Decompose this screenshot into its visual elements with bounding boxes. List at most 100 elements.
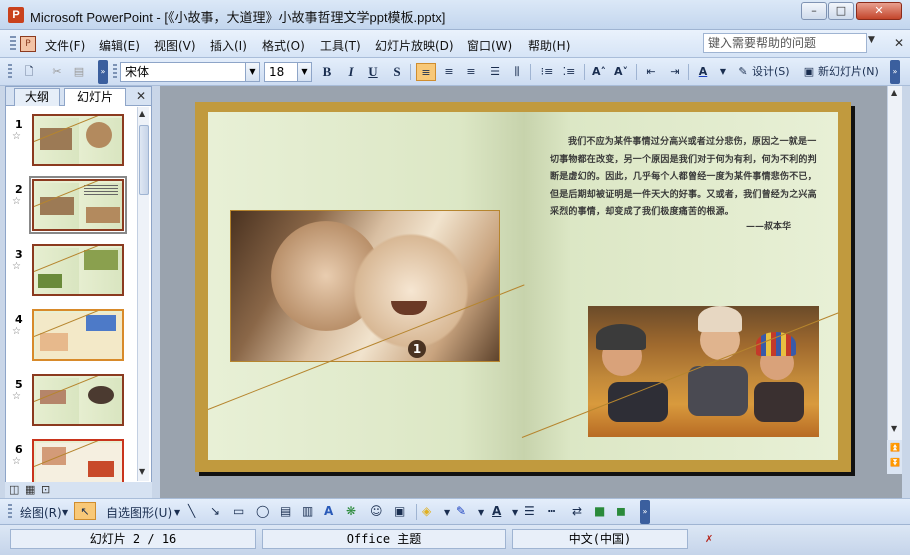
children-autumn-photo[interactable] (588, 306, 819, 437)
justify-icon[interactable]: ☰ (486, 63, 504, 81)
italic-button[interactable]: I (342, 63, 360, 81)
paste-icon[interactable]: ▤ (70, 63, 88, 81)
slide-thumbnail-row[interactable]: 2 ☆ (6, 176, 138, 237)
document-close-icon[interactable]: ✕ (894, 36, 904, 50)
menu-grip-icon[interactable] (10, 36, 16, 52)
new-slide-button[interactable]: 新幻灯片(N) (818, 63, 879, 81)
font-color-icon[interactable]: A (492, 504, 501, 518)
arrow-tool-icon[interactable]: ↘ (210, 504, 220, 518)
toolbar-options-icon[interactable]: » (98, 60, 108, 84)
close-button[interactable]: ✕ (856, 2, 902, 20)
tab-outline[interactable]: 大纲 (14, 88, 60, 106)
arrow-style-icon[interactable]: ⇄ (572, 504, 582, 518)
increase-indent-icon[interactable]: ⇥ (666, 63, 684, 81)
increase-font-icon[interactable]: A˄ (590, 63, 608, 81)
oval-tool-icon[interactable]: ◯ (256, 504, 269, 518)
toolbar-grip-icon[interactable] (113, 64, 117, 80)
minimize-button[interactable]: – (801, 2, 827, 20)
menu-edit[interactable]: 编辑(E) (99, 37, 140, 54)
menu-window[interactable]: 窗口(W) (467, 37, 512, 54)
scroll-up-icon[interactable]: ▲ (891, 88, 897, 97)
rectangle-tool-icon[interactable]: ▭ (233, 504, 244, 518)
decrease-indent-icon[interactable]: ⇤ (642, 63, 660, 81)
picture-icon[interactable]: ▣ (394, 504, 405, 518)
design-icon[interactable]: ✎ (734, 63, 752, 81)
line-style-icon[interactable]: ☰ (524, 504, 535, 518)
draw-menu-button[interactable]: 绘图(R) (20, 504, 62, 521)
select-pointer-icon[interactable]: ↖ (74, 502, 96, 520)
clipart-icon[interactable]: ☺ (370, 504, 383, 518)
spelling-check-icon[interactable]: ✗ (694, 529, 724, 549)
quote-author[interactable]: ——叔本华 (746, 219, 791, 232)
slide-thumbnail-row[interactable]: 4 ☆ (6, 309, 138, 367)
slide-thumbnail[interactable] (32, 374, 124, 426)
vertical-textbox-icon[interactable]: ▥ (302, 504, 313, 518)
line-color-icon[interactable]: ✎ (456, 504, 466, 518)
slide-thumbnail-row[interactable]: 5 ☆ (6, 374, 138, 432)
dash-style-icon[interactable]: ┅ (548, 504, 555, 518)
decrease-font-icon[interactable]: A˅ (612, 63, 630, 81)
slides-panel-scrollbar[interactable]: ▲ ▼ (137, 107, 149, 481)
previous-slide-icon[interactable]: ⏫ (890, 443, 900, 452)
scrollbar-thumb[interactable] (139, 125, 149, 195)
line-color-dropdown-icon[interactable]: ▼ (478, 508, 484, 517)
align-right-icon[interactable]: ≡ (462, 63, 480, 81)
toolbar-options-icon[interactable]: » (640, 500, 650, 524)
design-button[interactable]: 设计(S) (752, 63, 790, 81)
transition-star-icon[interactable]: ☆ (12, 261, 21, 272)
cut-icon[interactable]: ✂ (48, 63, 66, 81)
menu-view[interactable]: 视图(V) (154, 37, 196, 54)
menu-tools[interactable]: 工具(T) (320, 37, 361, 54)
shadow-button[interactable]: S (388, 63, 406, 81)
toolbar-grip-icon[interactable] (8, 504, 12, 520)
line-tool-icon[interactable]: ╲ (188, 504, 195, 518)
font-name-select[interactable]: 宋体 (120, 62, 246, 82)
normal-view-icon[interactable]: ◫ (9, 483, 19, 496)
powerpoint-app-icon[interactable]: P (8, 7, 24, 23)
slide-thumbnail-selected[interactable] (29, 176, 127, 234)
menu-format[interactable]: 格式(O) (262, 37, 305, 54)
diagram-icon[interactable]: ❋ (346, 504, 356, 518)
stage-scrollbar[interactable]: ▲ ▼ (887, 86, 902, 474)
transition-star-icon[interactable]: ☆ (12, 326, 21, 337)
tab-slides[interactable]: 幻灯片 (64, 88, 126, 106)
help-dropdown-icon[interactable]: ▼ (868, 35, 875, 45)
quote-text[interactable]: 我们不应为某件事情过分高兴或者过分悲伤，原因之一就是一切事物都在改变，另一个原因… (550, 134, 820, 222)
underline-button[interactable]: U (364, 63, 382, 81)
menu-insert[interactable]: 插入(I) (210, 37, 247, 54)
slide-thumbnail[interactable] (32, 244, 124, 296)
draw-dropdown-icon[interactable]: ▼ (62, 508, 68, 517)
panel-close-icon[interactable]: ✕ (136, 89, 146, 103)
next-slide-icon[interactable]: ⏬ (890, 458, 900, 467)
new-slide-icon[interactable]: ▣ (800, 63, 818, 81)
3d-style-icon[interactable]: ◼ (616, 504, 626, 518)
status-theme[interactable]: Office 主题 (262, 529, 506, 549)
font-color-dropdown-icon[interactable]: ▼ (512, 508, 518, 517)
numbered-list-icon[interactable]: ⁝≡ (538, 63, 556, 81)
mother-baby-photo[interactable] (230, 210, 500, 362)
transition-star-icon[interactable]: ☆ (12, 391, 21, 402)
slide-thumbnail-row[interactable]: 1 ☆ (6, 114, 138, 172)
font-size-dropdown-icon[interactable]: ▼ (298, 62, 312, 82)
autoshapes-dropdown-icon[interactable]: ▼ (174, 508, 180, 517)
bulleted-list-icon[interactable]: ⁚≡ (560, 63, 578, 81)
menu-slideshow[interactable]: 幻灯片放映(D) (375, 37, 454, 54)
textbox-tool-icon[interactable]: ▤ (280, 504, 291, 518)
font-name-dropdown-icon[interactable]: ▼ (246, 62, 260, 82)
new-document-icon[interactable]: 🗋 (20, 63, 38, 81)
status-language[interactable]: 中文(中国) (512, 529, 688, 549)
fill-color-dropdown-icon[interactable]: ▼ (444, 508, 450, 517)
font-color-dropdown-icon[interactable]: ▼ (714, 63, 732, 81)
help-search-input[interactable]: 键入需要帮助的问题 (703, 33, 867, 53)
transition-star-icon[interactable]: ☆ (12, 131, 21, 142)
align-left-icon[interactable]: ≡ (416, 63, 436, 81)
fill-color-icon[interactable]: ◈ (422, 504, 431, 518)
vertical-text-icon[interactable]: ⫼ (508, 63, 526, 81)
maximize-button[interactable]: □ (828, 2, 854, 20)
slideshow-view-icon[interactable]: ⊡ (41, 483, 50, 496)
slide-thumbnail-row[interactable]: 3 ☆ (6, 244, 138, 302)
font-color-icon[interactable]: A (694, 63, 712, 81)
toolbar-options-icon[interactable]: » (890, 60, 900, 84)
slide-thumbnail[interactable] (32, 309, 124, 361)
scroll-up-icon[interactable]: ▲ (139, 109, 145, 118)
